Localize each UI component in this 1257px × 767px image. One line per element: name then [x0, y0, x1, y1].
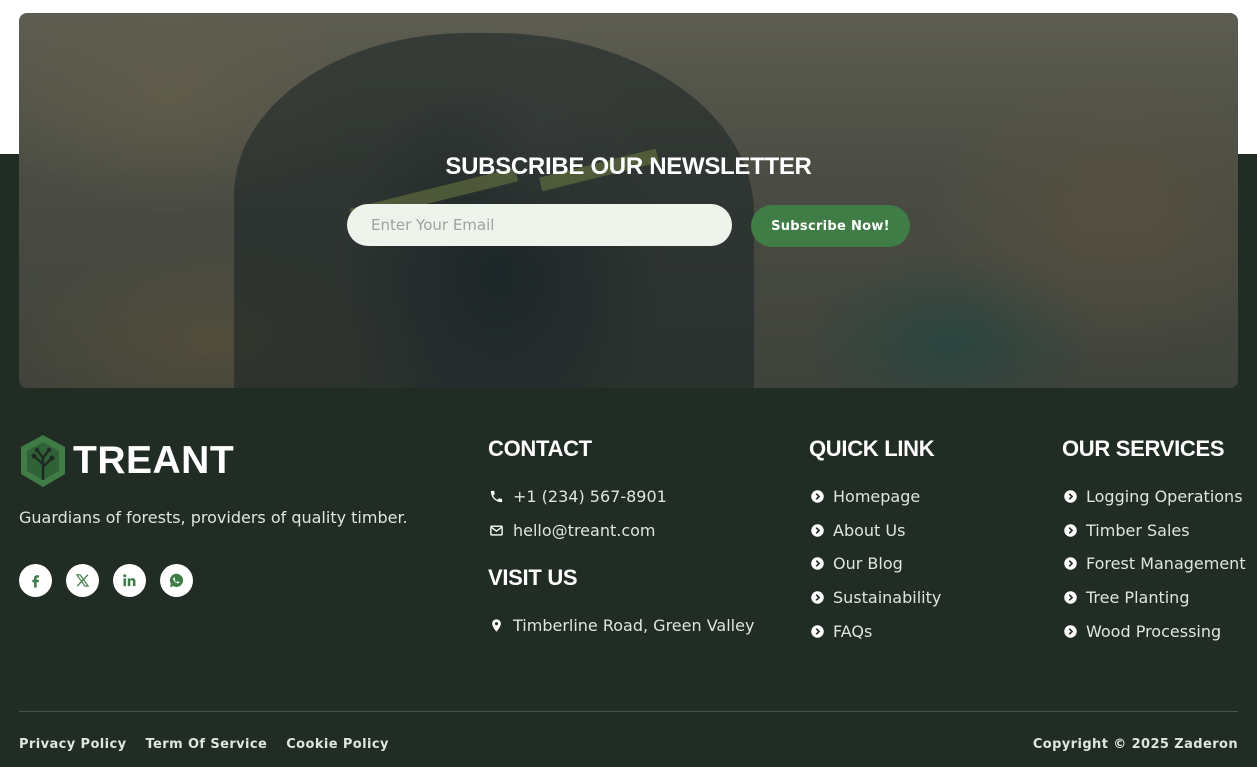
- cookie-policy-link[interactable]: Cookie Policy: [286, 737, 389, 752]
- chevron-right-circle-icon: [809, 489, 825, 505]
- service-label: Forest Management: [1086, 554, 1246, 573]
- quick-link-label: Our Blog: [833, 554, 903, 573]
- brand-tagline: Guardians of forests, providers of quali…: [19, 508, 408, 527]
- quick-link-label: About Us: [833, 521, 906, 540]
- whatsapp-icon: [169, 573, 184, 588]
- service-wood-processing[interactable]: Wood Processing: [1062, 622, 1221, 641]
- brand-name: TREANT: [73, 439, 235, 482]
- service-tree-planting[interactable]: Tree Planting: [1062, 588, 1189, 607]
- chevron-right-circle-icon: [1062, 489, 1078, 505]
- copyright-text: Copyright © 2025 Zaderon: [1032, 737, 1238, 752]
- newsletter-banner: SUBSCRIBE OUR NEWSLETTER Subscribe Now!: [19, 13, 1238, 388]
- quick-link-sustainability[interactable]: Sustainability: [809, 588, 941, 607]
- newsletter-title: SUBSCRIBE OUR NEWSLETTER: [445, 153, 812, 180]
- quick-link-faqs[interactable]: FAQs: [809, 622, 872, 641]
- our-services-title: OUR SERVICES: [1062, 436, 1225, 461]
- subscribe-button[interactable]: Subscribe Now!: [751, 205, 910, 247]
- chevron-right-circle-icon: [1062, 624, 1078, 640]
- legal-links: Privacy Policy Term Of Service Cookie Po…: [19, 737, 389, 752]
- service-forest-management[interactable]: Forest Management: [1062, 554, 1246, 573]
- map-pin-icon: [488, 618, 504, 634]
- quick-link-title: QUICK LINK: [809, 436, 935, 461]
- quick-link-label: Homepage: [833, 487, 921, 506]
- quick-link-our-blog[interactable]: Our Blog: [809, 554, 903, 573]
- quick-link-label: Sustainability: [833, 588, 942, 607]
- linkedin-link[interactable]: [113, 564, 146, 597]
- footer-divider: [19, 711, 1238, 712]
- service-label: Timber Sales: [1086, 521, 1190, 540]
- whatsapp-link[interactable]: [160, 564, 193, 597]
- email-address: hello@treant.com: [513, 521, 656, 540]
- service-label: Tree Planting: [1086, 588, 1190, 607]
- chevron-right-circle-icon: [809, 590, 825, 606]
- chevron-right-circle-icon: [1062, 556, 1078, 572]
- chevron-right-circle-icon: [1062, 590, 1078, 606]
- brand-logo[interactable]: TREANT: [19, 434, 234, 488]
- chevron-right-circle-icon: [809, 556, 825, 572]
- service-label: Wood Processing: [1086, 622, 1222, 641]
- service-timber-sales[interactable]: Timber Sales: [1062, 521, 1190, 540]
- contact-title: CONTACT: [488, 436, 592, 461]
- tree-logo-icon: [21, 435, 65, 487]
- terms-of-service-link[interactable]: Term Of Service: [146, 737, 268, 752]
- visit-address[interactable]: Timberline Road, Green Valley: [488, 616, 754, 635]
- service-logging-operations[interactable]: Logging Operations: [1062, 487, 1243, 506]
- visit-us-title: VISIT US: [488, 565, 578, 590]
- phone-icon: [488, 489, 504, 505]
- social-links: [19, 564, 193, 597]
- service-label: Logging Operations: [1086, 487, 1243, 506]
- x-twitter-icon: [75, 574, 90, 587]
- quick-link-homepage[interactable]: Homepage: [809, 487, 920, 506]
- quick-link-label: FAQs: [833, 622, 873, 641]
- privacy-policy-link[interactable]: Privacy Policy: [19, 737, 127, 752]
- facebook-link[interactable]: [19, 564, 52, 597]
- contact-phone[interactable]: +1 (234) 567-8901: [488, 487, 667, 506]
- address-text: Timberline Road, Green Valley: [513, 616, 755, 635]
- chevron-right-circle-icon: [809, 523, 825, 539]
- phone-number: +1 (234) 567-8901: [513, 487, 667, 506]
- linkedin-icon: [123, 574, 136, 587]
- x-twitter-link[interactable]: [66, 564, 99, 597]
- chevron-right-circle-icon: [809, 624, 825, 640]
- envelope-icon: [488, 523, 504, 539]
- quick-link-about-us[interactable]: About Us: [809, 521, 905, 540]
- facebook-icon: [32, 575, 40, 588]
- contact-email[interactable]: hello@treant.com: [488, 521, 655, 540]
- newsletter-email-input[interactable]: [347, 204, 732, 246]
- chevron-right-circle-icon: [1062, 523, 1078, 539]
